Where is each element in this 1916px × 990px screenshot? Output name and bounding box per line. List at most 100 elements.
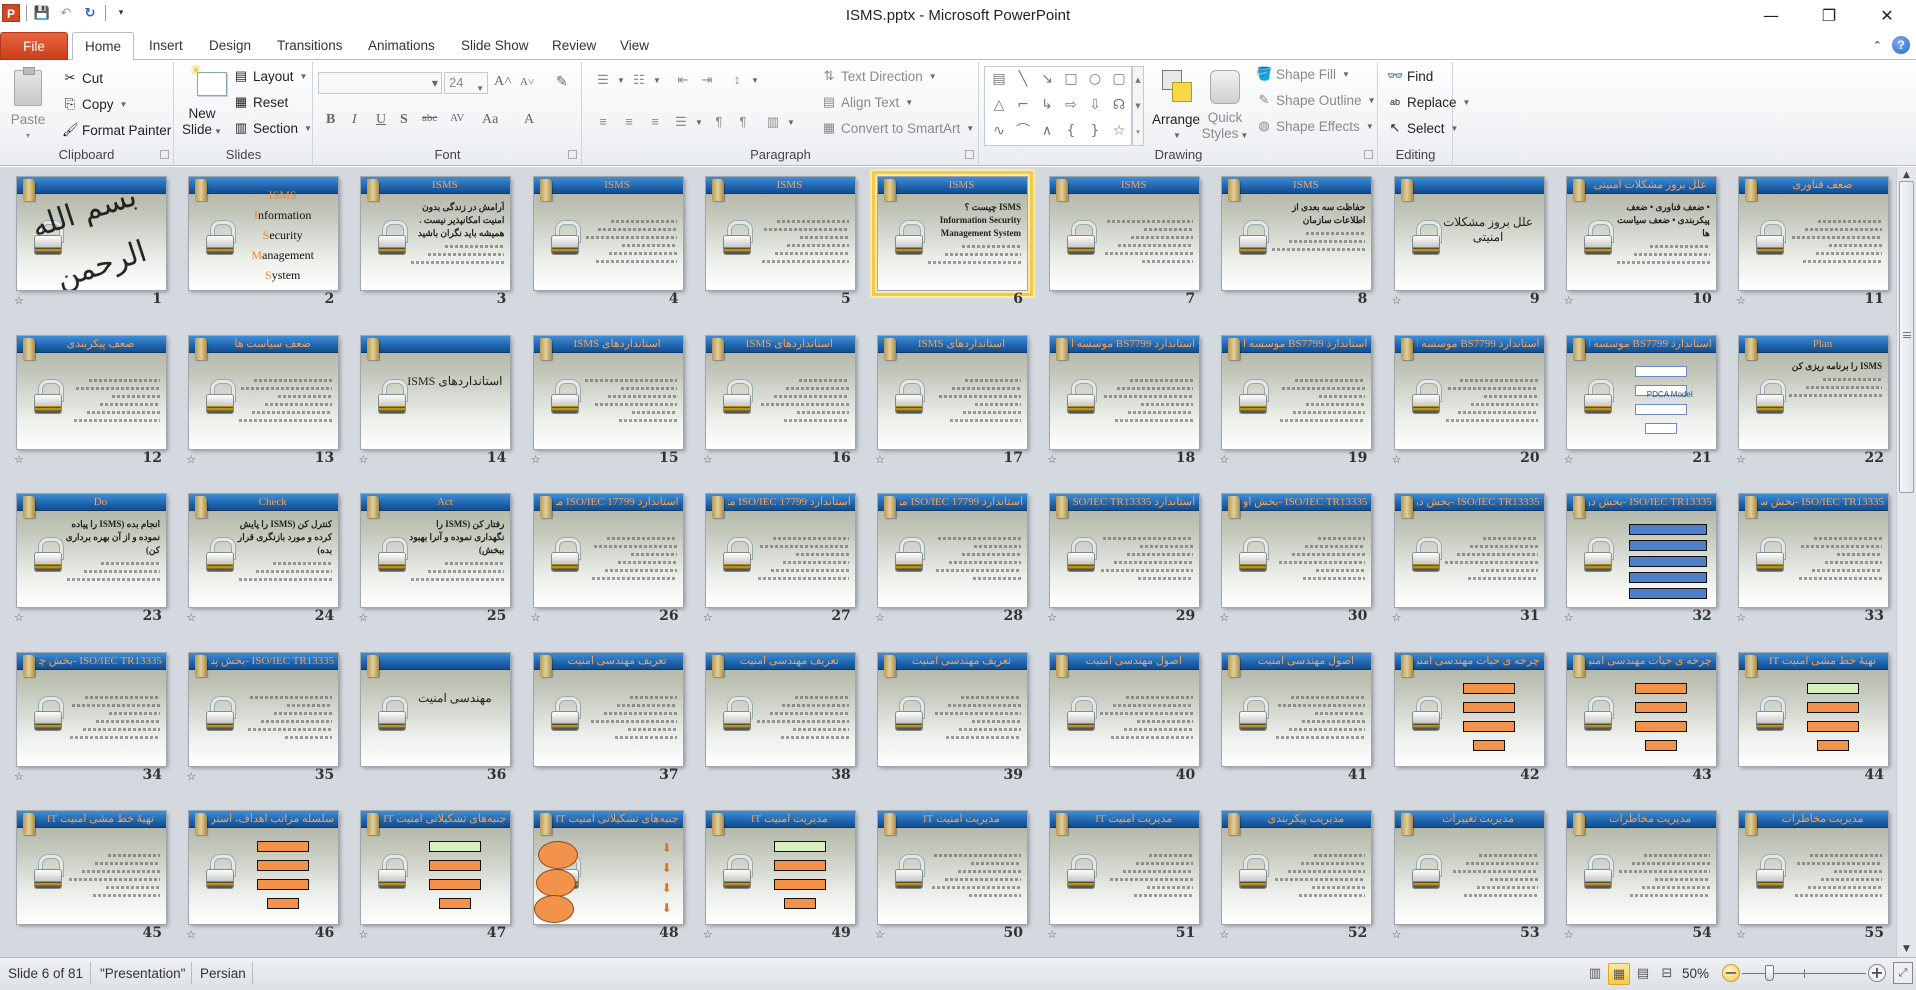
- animation-star-icon[interactable]: ☆: [531, 611, 541, 624]
- slide-thumbnail[interactable]: استانداردهای ISMS: [878, 335, 1027, 449]
- copy-button[interactable]: ⎘ Copy ▼: [62, 96, 128, 112]
- animation-star-icon[interactable]: ☆: [14, 453, 24, 466]
- text-shadow-button[interactable]: S: [400, 112, 408, 128]
- slide-thumbnail-cell[interactable]: مدیریت امنیت IT ☆ 49: [691, 801, 855, 951]
- slide-thumbnail-cell[interactable]: ISMS 4: [519, 167, 683, 317]
- star-shape-icon[interactable]: ☆: [1109, 121, 1129, 141]
- shape-outline-button[interactable]: ✎ Shape Outline ▼: [1256, 92, 1376, 108]
- animation-star-icon[interactable]: ☆: [1392, 928, 1402, 941]
- italic-button[interactable]: I: [352, 112, 357, 128]
- decrease-indent-button[interactable]: ⇤: [675, 72, 691, 88]
- animation-star-icon[interactable]: ☆: [1736, 453, 1746, 466]
- arc-shape-icon[interactable]: ⌒: [1013, 121, 1033, 141]
- slide-thumbnail-cell[interactable]: Plan ISMS را برنامه ریزی کن ☆ 22: [1724, 326, 1888, 476]
- slide-thumbnail-cell[interactable]: مدیریت مخاطرات ☆ 54: [1552, 801, 1716, 951]
- bullets-button[interactable]: ☰ ▼: [595, 72, 625, 88]
- animation-star-icon[interactable]: ☆: [875, 453, 885, 466]
- scroll-down-icon[interactable]: ▼: [1135, 102, 1140, 110]
- right-arrow-shape-icon[interactable]: ⇨: [1061, 95, 1081, 115]
- tab-view[interactable]: View: [608, 32, 661, 60]
- slide-thumbnail-cell[interactable]: ISMS آرامش در زندگی بدون امنیت امکانپذیر …: [346, 167, 511, 317]
- curve-shape-icon[interactable]: ∧: [1037, 121, 1057, 141]
- rounded-rect-shape-icon[interactable]: ▢: [1109, 69, 1129, 89]
- tab-insert[interactable]: Insert: [137, 32, 195, 60]
- down-arrow-shape-icon[interactable]: ⇩: [1085, 95, 1105, 115]
- slide-thumbnail[interactable]: بسم الله الرحمن الرحيم: [17, 177, 166, 290]
- slide-thumbnail-cell[interactable]: ISMS حفاظت سه بعدی از اطلاعات سازمان 8: [1207, 167, 1372, 317]
- paste-dropdown-icon[interactable]: ▾: [6, 128, 50, 144]
- triangle-shape-icon[interactable]: △: [989, 95, 1009, 115]
- slide-thumbnail[interactable]: ISMS: [533, 177, 683, 290]
- textbox-shape-icon[interactable]: ▤: [989, 69, 1009, 89]
- tab-slide-show[interactable]: Slide Show: [449, 32, 541, 60]
- animation-star-icon[interactable]: ☆: [186, 453, 196, 466]
- slide-thumbnail[interactable]: تهیهٔ خط مشی امنیت IT: [1739, 652, 1888, 766]
- slide-thumbnail-cell[interactable]: جنبه‌های تشکیلاتی امنیت IT ⬇ ⬇ ⬇ ⬇ 48: [519, 801, 683, 951]
- slide-thumbnail[interactable]: Check کنترل کن (ISMS را پایش کرده و مورد …: [189, 494, 339, 607]
- slide-thumbnail[interactable]: استاندارد ISO/IEC 17799 موسسه بین المللی…: [705, 494, 855, 607]
- animation-star-icon[interactable]: ☆: [1219, 611, 1229, 624]
- shape-effects-button[interactable]: ◍ Shape Effects ▼: [1256, 118, 1373, 134]
- zoom-in-button[interactable]: +: [1868, 964, 1886, 982]
- minimize-button[interactable]: —: [1742, 0, 1800, 30]
- slide-thumbnail[interactable]: مدیریت پیکربندی: [1222, 811, 1372, 924]
- shapes-gallery[interactable]: ▤ ╲ ↘ □ ○ ▢ △ ⌐ ↳ ⇨ ⇩ ☊ ∿ ⌒ ∧ { } ☆: [984, 66, 1132, 146]
- align-left-button[interactable]: ≡: [595, 114, 611, 130]
- slide-thumbnail-cell[interactable]: استاندارد BS7799 موسسه استاندارد انگلیس ☆…: [1380, 326, 1544, 476]
- animation-star-icon[interactable]: ☆: [358, 928, 368, 941]
- reading-view-button[interactable]: ▤: [1632, 963, 1654, 985]
- slide-thumbnail[interactable]: تعریف مهندسی امنیت: [533, 652, 683, 766]
- slide-thumbnail[interactable]: Act رفتار کن (ISMS را نگهداری نموده و آنر…: [361, 494, 511, 607]
- select-button[interactable]: ↖ Select ▼: [1387, 120, 1459, 136]
- animation-star-icon[interactable]: ☆: [1047, 453, 1057, 466]
- slide-thumbnail-cell[interactable]: جنبه‌های تشکیلاتی امنیت IT ☆ 47: [346, 801, 511, 951]
- zoom-slider-handle[interactable]: [1764, 965, 1774, 981]
- animation-star-icon[interactable]: ☆: [1392, 611, 1402, 624]
- bold-button[interactable]: B: [326, 112, 335, 128]
- customize-qat-icon[interactable]: ▾: [112, 4, 130, 22]
- font-size-input[interactable]: 24 ▼: [444, 72, 488, 94]
- animation-star-icon[interactable]: ☆: [358, 453, 368, 466]
- zoom-out-button[interactable]: −: [1722, 964, 1740, 982]
- slide-thumbnail-cell[interactable]: استاندارد ISO/IEC 17799 موسسه بین المللی…: [691, 484, 855, 634]
- animation-star-icon[interactable]: ☆: [186, 770, 196, 783]
- left-brace-shape-icon[interactable]: {: [1061, 121, 1081, 141]
- slide-thumbnail[interactable]: مدیریت امنیت IT: [1050, 811, 1200, 924]
- close-button[interactable]: ✕: [1858, 0, 1916, 30]
- tab-design[interactable]: Design: [197, 32, 263, 60]
- tab-animations[interactable]: Animations: [356, 32, 447, 60]
- slide-thumbnail-cell[interactable]: تهیهٔ خط مشی امنیت IT 45: [2, 801, 166, 951]
- slide-thumbnail[interactable]: ISMS: [1050, 177, 1200, 290]
- arrow-line-shape-icon[interactable]: ↘: [1037, 69, 1057, 89]
- slide-thumbnail[interactable]: علل بروز مشکلات امنیتی • ضعف فناوری • ضعف…: [1566, 177, 1716, 290]
- slide-thumbnail-cell[interactable]: تعریف مهندسی امنیت 39: [863, 643, 1027, 793]
- elbow-connector-icon[interactable]: ⌐: [1013, 95, 1033, 115]
- animation-star-icon[interactable]: ☆: [703, 453, 713, 466]
- slide-thumbnail[interactable]: ISMS: [705, 177, 855, 290]
- tab-transitions[interactable]: Transitions: [265, 32, 355, 60]
- arrange-icon[interactable]: [1162, 70, 1192, 102]
- animation-star-icon[interactable]: ☆: [1736, 294, 1746, 307]
- scrollbar-thumb[interactable]: [1899, 181, 1914, 493]
- slide-thumbnail-cell[interactable]: ضعف فناوری ☆ 11: [1724, 167, 1888, 317]
- slide-thumbnail-cell[interactable]: استاندارد ISO/IEC TR13335 موسسه بین المل…: [1035, 484, 1200, 634]
- animation-star-icon[interactable]: ☆: [703, 928, 713, 941]
- slide-thumbnail-cell[interactable]: چرخه ی حیات مهندسی امنیت 43: [1552, 643, 1716, 793]
- theme-name[interactable]: "Presentation": [100, 966, 185, 981]
- freeform-shape-icon[interactable]: ☊: [1109, 95, 1129, 115]
- animation-star-icon[interactable]: ☆: [1564, 928, 1574, 941]
- slide-thumbnail[interactable]: ISMS آرامش در زندگی بدون امنیت امکانپذیر …: [361, 177, 511, 290]
- cut-button[interactable]: ✂ Cut: [62, 70, 103, 86]
- slide-thumbnail[interactable]: ISO/IEC TR13335 -بخش سوم: [1739, 494, 1888, 607]
- slide-thumbnail-cell[interactable]: اصول مهندسی امنیت 40: [1035, 643, 1200, 793]
- change-case-button[interactable]: Aa: [482, 112, 498, 128]
- section-button[interactable]: ▥ Section ▼: [233, 120, 312, 136]
- slide-thumbnail[interactable]: مهندسی امنیت: [361, 652, 511, 766]
- slide-thumbnail[interactable]: سلسله مراتب اهداف، استراتژی و خط مشی: [189, 811, 339, 924]
- slide-thumbnail-cell[interactable]: تهیهٔ خط مشی امنیت IT 44: [1724, 643, 1888, 793]
- slide-thumbnail[interactable]: تعریف مهندسی امنیت: [705, 652, 855, 766]
- slide-thumbnail[interactable]: استانداردهای ISMS: [705, 335, 855, 449]
- text-direction-button[interactable]: ⇅ Text Direction ▼: [821, 68, 937, 84]
- slide-thumbnail[interactable]: مدیریت مخاطرات: [1566, 811, 1716, 924]
- paste-icon[interactable]: [14, 67, 42, 106]
